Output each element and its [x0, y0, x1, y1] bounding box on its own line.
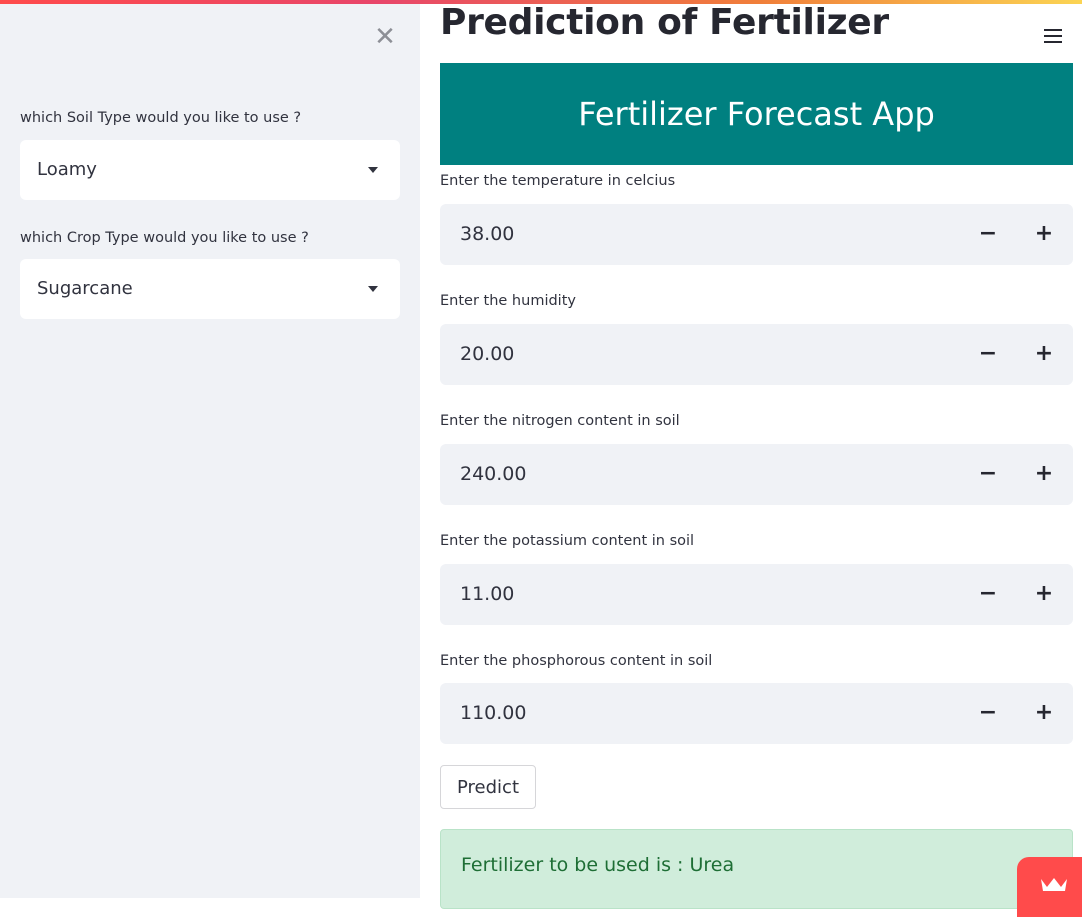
phosphorous-increment-button[interactable]: +: [1016, 683, 1072, 744]
nitrogen-input[interactable]: 240.00 − +: [440, 444, 1073, 505]
potassium-decrement-button[interactable]: −: [960, 564, 1016, 625]
crown-icon: [1041, 878, 1067, 891]
app-banner: Fertilizer Forecast App: [440, 63, 1073, 165]
temperature-value[interactable]: 38.00: [460, 204, 514, 265]
temperature-label: Enter the temperature in celcius: [440, 173, 676, 189]
soil-type-value: Loamy: [37, 159, 97, 180]
caret-down-icon: [368, 167, 378, 173]
potassium-increment-button[interactable]: +: [1016, 564, 1072, 625]
crop-type-value: Sugarcane: [37, 278, 133, 299]
nitrogen-increment-button[interactable]: +: [1016, 444, 1072, 505]
nitrogen-label: Enter the nitrogen content in soil: [440, 413, 680, 429]
soil-type-label: which Soil Type would you like to use ?: [20, 110, 302, 126]
nitrogen-value[interactable]: 240.00: [460, 444, 526, 505]
potassium-input[interactable]: 11.00 − +: [440, 564, 1073, 625]
phosphorous-decrement-button[interactable]: −: [960, 683, 1016, 744]
hamburger-menu-icon[interactable]: [1044, 26, 1064, 46]
caret-down-icon: [368, 286, 378, 292]
potassium-value[interactable]: 11.00: [460, 564, 514, 625]
page-title: Prediction of Fertilizer: [440, 2, 889, 43]
temperature-decrement-button[interactable]: −: [960, 204, 1016, 265]
phosphorous-input[interactable]: 110.00 − +: [440, 683, 1073, 744]
temperature-increment-button[interactable]: +: [1016, 204, 1072, 265]
potassium-label: Enter the potassium content in soil: [440, 533, 695, 549]
result-text: Fertilizer to be used is : Urea: [461, 854, 735, 876]
sidebar: ✕ which Soil Type would you like to use …: [0, 4, 420, 898]
phosphorous-value[interactable]: 110.00: [460, 683, 526, 744]
crop-type-select[interactable]: Sugarcane: [20, 259, 400, 319]
phosphorous-label: Enter the phosphorous content in soil: [440, 653, 713, 669]
humidity-value[interactable]: 20.00: [460, 324, 514, 385]
crop-type-label: which Crop Type would you like to use ?: [20, 230, 309, 246]
nitrogen-decrement-button[interactable]: −: [960, 444, 1016, 505]
close-icon[interactable]: ✕: [372, 24, 398, 50]
humidity-label: Enter the humidity: [440, 293, 576, 309]
humidity-increment-button[interactable]: +: [1016, 324, 1072, 385]
humidity-input[interactable]: 20.00 − +: [440, 324, 1073, 385]
soil-type-select[interactable]: Loamy: [20, 140, 400, 200]
streamlit-badge[interactable]: [1017, 857, 1082, 917]
result-alert: Fertilizer to be used is : Urea: [440, 829, 1073, 909]
temperature-input[interactable]: 38.00 − +: [440, 204, 1073, 265]
humidity-decrement-button[interactable]: −: [960, 324, 1016, 385]
predict-button[interactable]: Predict: [440, 765, 536, 809]
main-content: Prediction of Fertilizer Fertilizer Fore…: [420, 0, 1082, 909]
